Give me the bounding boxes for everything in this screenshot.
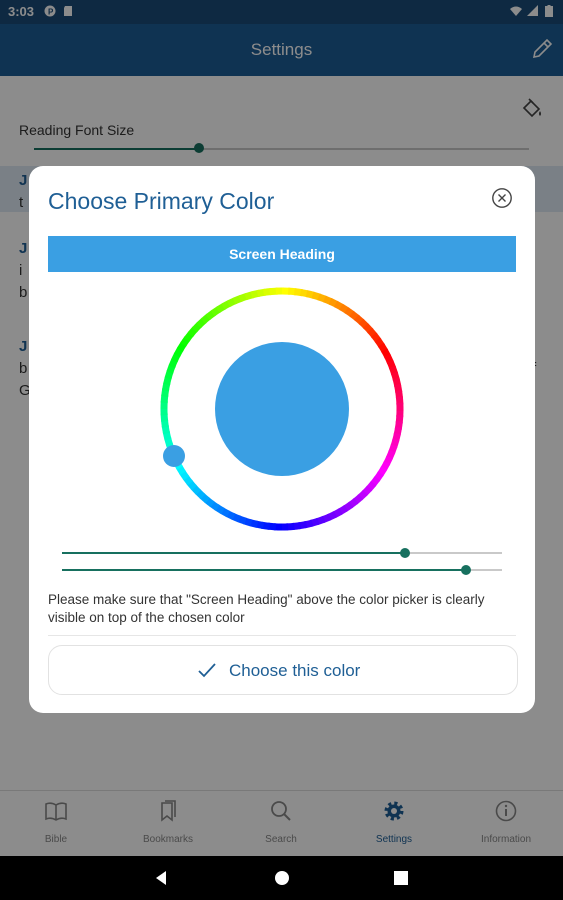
system-navigation-bar	[0, 856, 563, 900]
color-picker-dialog: Choose Primary Color Screen Heading Plea…	[29, 166, 535, 713]
divider	[48, 635, 516, 636]
screen-heading-preview: Screen Heading	[48, 236, 516, 272]
dialog-title: Choose Primary Color	[48, 188, 275, 214]
value-slider-thumb[interactable]	[461, 565, 471, 575]
saturation-slider-thumb[interactable]	[400, 548, 410, 558]
close-circle-icon[interactable]	[491, 187, 513, 209]
check-icon	[198, 663, 216, 678]
back-icon[interactable]	[153, 870, 169, 886]
choose-color-button[interactable]: Choose this color	[48, 645, 518, 695]
selected-color-swatch	[215, 342, 349, 476]
home-icon[interactable]	[274, 870, 290, 886]
recents-icon[interactable]	[394, 871, 408, 885]
value-slider-fill	[62, 569, 466, 571]
screen-heading-label: Screen Heading	[229, 246, 335, 262]
saturation-slider-fill	[62, 552, 405, 554]
hue-selector-handle[interactable]	[163, 445, 185, 467]
visibility-hint: Please make sure that "Screen Heading" a…	[48, 592, 485, 625]
color-wheel[interactable]	[157, 284, 407, 534]
choose-color-label: Choose this color	[229, 661, 361, 680]
